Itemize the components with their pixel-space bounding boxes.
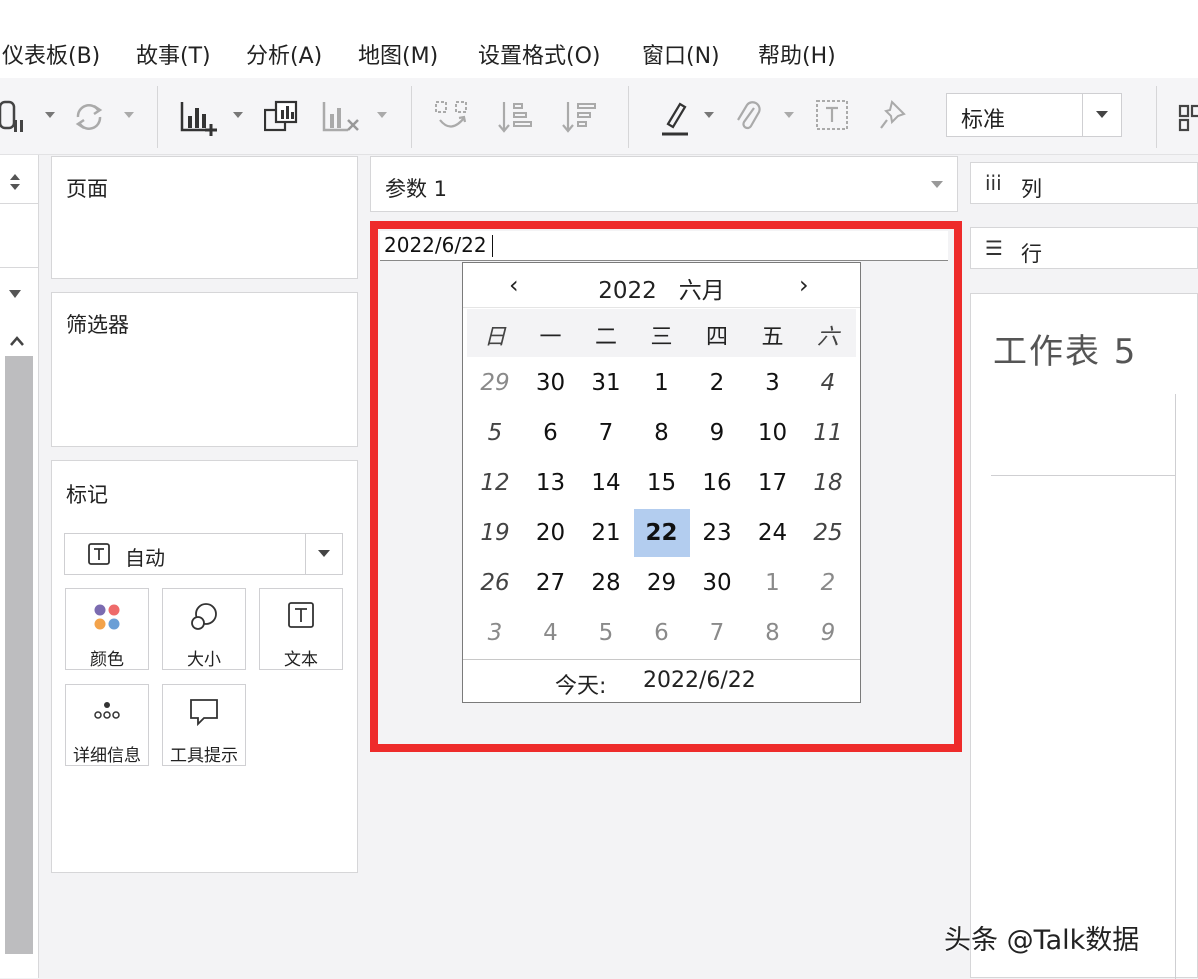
sort-ascending-icon[interactable] [498, 100, 534, 134]
new-worksheet-caret[interactable] [233, 112, 243, 118]
marks-tooltip-button[interactable]: 工具提示 [162, 684, 246, 766]
marks-size-label: 大小 [187, 650, 221, 670]
marks-detail-label: 详细信息 [73, 746, 141, 766]
refresh-icon[interactable] [72, 100, 106, 134]
menu-story[interactable]: 故事(T) [136, 38, 211, 70]
group-icon[interactable] [734, 100, 762, 134]
swap-icon[interactable] [434, 100, 470, 134]
marks-color-button[interactable]: 颜色 [65, 588, 149, 670]
text-icon [288, 602, 314, 628]
menu-help[interactable]: 帮助(H) [758, 38, 836, 70]
menu-map[interactable]: 地图(M) [358, 38, 438, 70]
toolbar-separator [411, 86, 412, 148]
marks-text-label: 文本 [284, 650, 318, 670]
label-icon[interactable] [816, 100, 850, 132]
datasource-icon[interactable] [0, 100, 26, 134]
marks-tooltip-label: 工具提示 [170, 746, 238, 766]
sort-descending-icon[interactable] [562, 100, 598, 134]
worksheet-view[interactable]: 工作表 5 [970, 293, 1198, 979]
chevron-down-icon [318, 550, 330, 557]
marks-detail-button[interactable]: 详细信息 [65, 684, 149, 766]
toolbar-separator [1156, 86, 1157, 148]
chevron-down-icon[interactable] [8, 289, 22, 299]
columns-shelf-label: 列 [1021, 177, 1042, 201]
menu-bar: 仪表板(B) 故事(T) 分析(A) 地图(M) 设置格式(O) 窗口(N) 帮… [0, 0, 1198, 78]
sheet-gridline [1175, 394, 1176, 979]
toolbar-separator [157, 86, 158, 148]
watermark-text: 头条 @Talk数据 [944, 925, 1140, 956]
text-mark-icon [88, 543, 110, 565]
pages-card-title: 页面 [66, 177, 108, 201]
rows-shelf[interactable]: ☰ 行 [970, 227, 1198, 269]
menu-dashboard[interactable]: 仪表板(B) [2, 38, 100, 70]
show-me-icon[interactable] [1178, 104, 1198, 132]
filters-card[interactable]: 筛选器 [51, 292, 358, 447]
toolbar-separator [628, 86, 629, 148]
duplicate-sheet-icon[interactable] [264, 100, 300, 134]
highlight-annotation-box [370, 221, 962, 752]
parameter-title: 参数 1 [385, 177, 448, 201]
highlight-caret[interactable] [704, 112, 714, 118]
rows-icon: ☰ [985, 236, 1003, 260]
mark-type-dropdown[interactable] [305, 534, 342, 574]
refresh-dropdown-caret[interactable] [124, 112, 134, 118]
worksheet-title[interactable]: 工作表 5 [993, 324, 1137, 373]
tooltip-icon [190, 699, 218, 727]
columns-shelf[interactable]: iii 列 [970, 162, 1198, 204]
clear-sheet-icon[interactable] [322, 100, 362, 134]
pin-icon[interactable] [878, 100, 908, 132]
detail-icon [94, 702, 120, 719]
fit-style-select[interactable]: 标准 [946, 93, 1122, 137]
marks-color-label: 颜色 [90, 650, 124, 670]
columns-icon: iii [985, 171, 1002, 195]
datasource-dropdown-caret[interactable] [45, 112, 55, 118]
menu-analysis[interactable]: 分析(A) [246, 38, 322, 70]
sheet-gridline [991, 475, 1176, 476]
marks-size-button[interactable]: 大小 [162, 588, 246, 670]
marks-card-title: 标记 [66, 483, 108, 507]
size-icon [191, 603, 217, 630]
clear-sheet-caret[interactable] [377, 112, 387, 118]
fit-style-value: 标准 [961, 108, 1006, 133]
group-caret[interactable] [784, 112, 794, 118]
rows-shelf-label: 行 [1021, 242, 1042, 266]
marks-text-button[interactable]: 文本 [259, 588, 343, 670]
filters-card-title: 筛选器 [66, 313, 129, 337]
color-icon [94, 604, 120, 630]
parameter-card-header[interactable]: 参数 1 [370, 156, 958, 212]
strip-divider [0, 203, 38, 204]
scroll-up-icon[interactable] [9, 335, 25, 347]
parameter-menu-caret[interactable] [931, 181, 943, 188]
new-worksheet-icon[interactable] [180, 100, 220, 136]
mark-type-label: 自动 [125, 546, 165, 570]
menu-window[interactable]: 窗口(N) [642, 38, 720, 70]
highlight-icon[interactable] [660, 100, 690, 136]
pages-card[interactable]: 页面 [51, 156, 358, 279]
strip-divider [0, 267, 38, 268]
menu-format[interactable]: 设置格式(O) [478, 38, 600, 70]
mark-type-select[interactable]: 自动 [64, 533, 343, 575]
fit-style-dropdown-button[interactable] [1082, 94, 1121, 136]
chevron-down-icon [1096, 111, 1108, 118]
scrollbar-thumb[interactable] [5, 356, 33, 954]
sort-toggle-icon[interactable] [8, 172, 22, 192]
